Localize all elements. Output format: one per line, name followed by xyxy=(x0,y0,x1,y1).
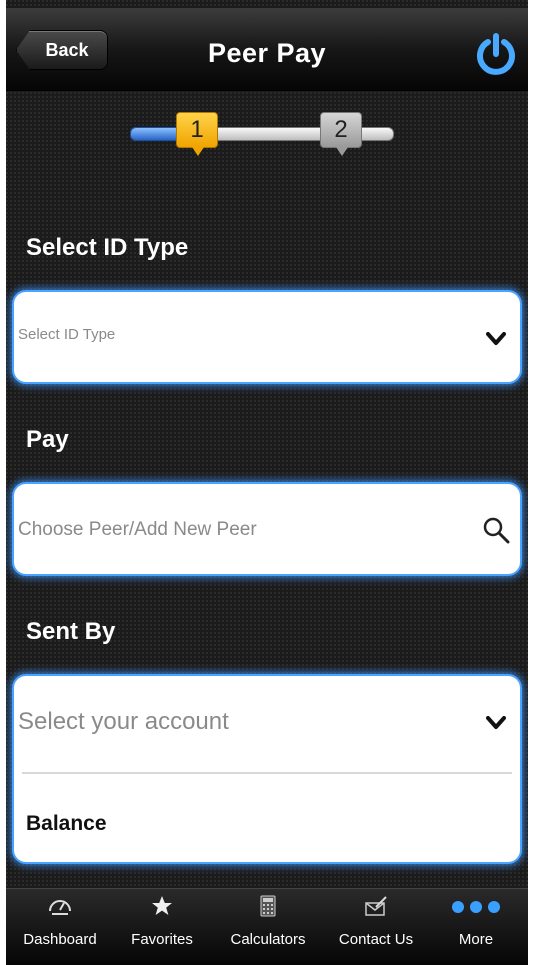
tab-dashboard[interactable]: Dashboard xyxy=(8,889,112,965)
sent-by-label: Sent By xyxy=(26,618,116,645)
tab-favorites[interactable]: Favorites xyxy=(110,889,214,965)
calculator-icon xyxy=(253,895,283,917)
field-divider xyxy=(22,772,512,774)
account-select-value: Select your account xyxy=(18,708,229,735)
progress-stepper: 1 2 xyxy=(126,112,396,158)
search-icon[interactable] xyxy=(482,516,510,544)
step-2-marker: 2 xyxy=(320,112,362,156)
step-1-marker: 1 xyxy=(176,112,218,156)
id-type-select[interactable]: Select ID Type xyxy=(12,290,522,384)
power-icon[interactable] xyxy=(474,32,518,76)
pay-label: Pay xyxy=(26,426,69,453)
tab-calculators[interactable]: Calculators xyxy=(216,889,320,965)
tab-contact-us[interactable]: Contact Us xyxy=(324,889,428,965)
account-select-panel: Select your account Balance xyxy=(12,674,522,864)
mail-icon xyxy=(361,895,391,917)
tab-label: Favorites xyxy=(131,931,193,948)
star-icon xyxy=(147,895,177,917)
dashboard-icon xyxy=(45,895,75,917)
tab-bar: Dashboard Favorites Calculators Contact … xyxy=(6,888,528,965)
chevron-down-icon xyxy=(486,332,506,345)
tab-label: Calculators xyxy=(230,931,306,948)
page-title: Peer Pay xyxy=(207,38,327,68)
more-icon xyxy=(448,895,504,917)
peer-search-field[interactable]: Choose Peer/Add New Peer xyxy=(12,482,522,576)
tab-label: Contact Us xyxy=(338,931,414,948)
peer-search-placeholder: Choose Peer/Add New Peer xyxy=(18,519,257,540)
account-select[interactable]: Select your account xyxy=(14,676,520,772)
tab-label: More xyxy=(458,931,494,948)
id-type-label: Select ID Type xyxy=(26,234,189,261)
tab-label: Dashboard xyxy=(23,931,97,948)
tab-more[interactable]: More xyxy=(424,889,528,965)
chevron-down-icon xyxy=(486,716,506,729)
nav-bar: Back Peer Pay xyxy=(6,8,528,91)
balance-label: Balance xyxy=(26,812,107,835)
id-type-value: Select ID Type xyxy=(18,326,116,343)
app-screen: Back Peer Pay 1 2 Select ID Type Select … xyxy=(6,0,528,965)
